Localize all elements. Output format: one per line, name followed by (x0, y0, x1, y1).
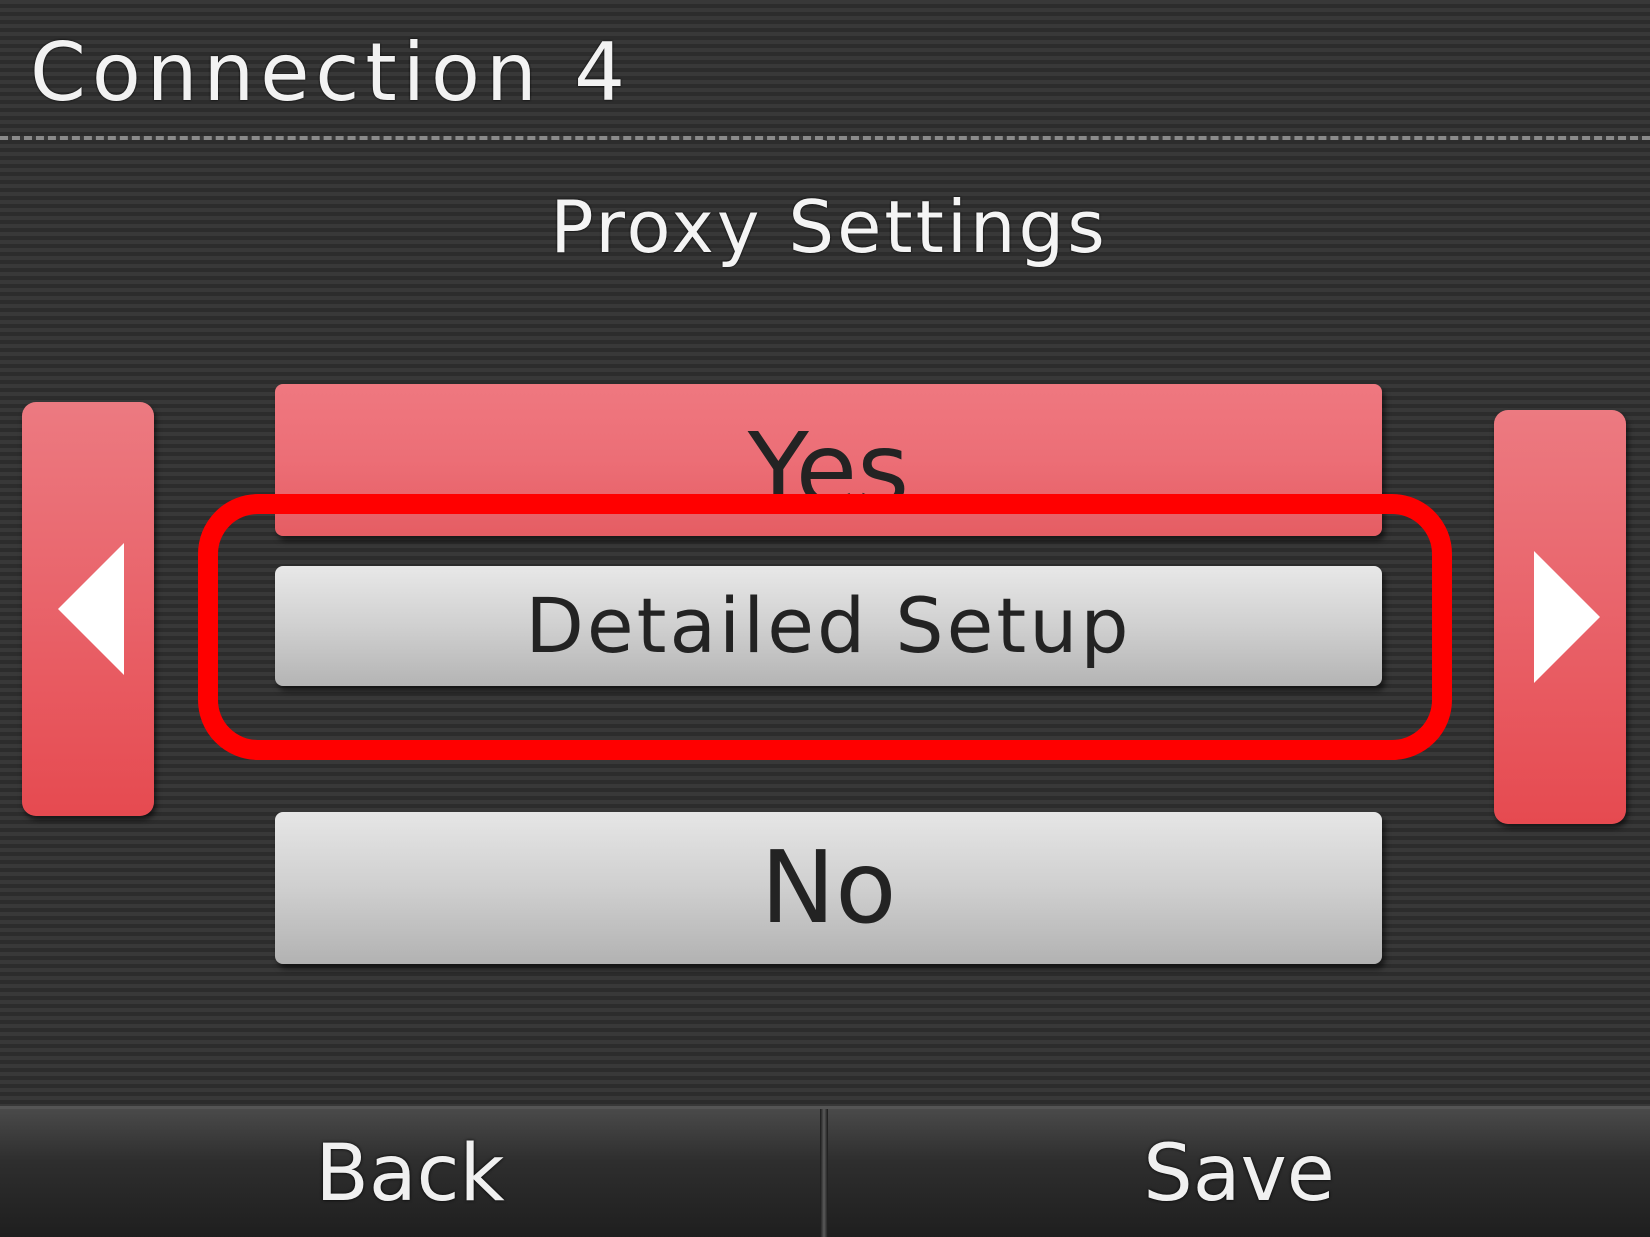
header-bar: Connection 4 (0, 0, 1650, 140)
footer-bar: Back Save (0, 1106, 1650, 1237)
header-divider (0, 136, 1650, 140)
save-button[interactable]: Save (828, 1109, 1650, 1237)
option-no-button[interactable]: No (275, 812, 1382, 964)
proxy-settings-screen: Connection 4 Proxy Settings Yes Detailed… (0, 0, 1650, 1237)
triangle-left-icon (58, 543, 124, 675)
back-button[interactable]: Back (0, 1109, 820, 1237)
option-yes-button[interactable]: Yes (275, 384, 1382, 536)
option-detailed-setup-button[interactable]: Detailed Setup (275, 566, 1382, 686)
footer-divider (820, 1109, 828, 1237)
section-title: Proxy Settings (550, 185, 1108, 269)
previous-page-button[interactable] (22, 402, 154, 816)
triangle-right-icon (1534, 551, 1600, 683)
next-page-button[interactable] (1494, 410, 1626, 824)
page-title: Connection 4 (30, 26, 631, 119)
